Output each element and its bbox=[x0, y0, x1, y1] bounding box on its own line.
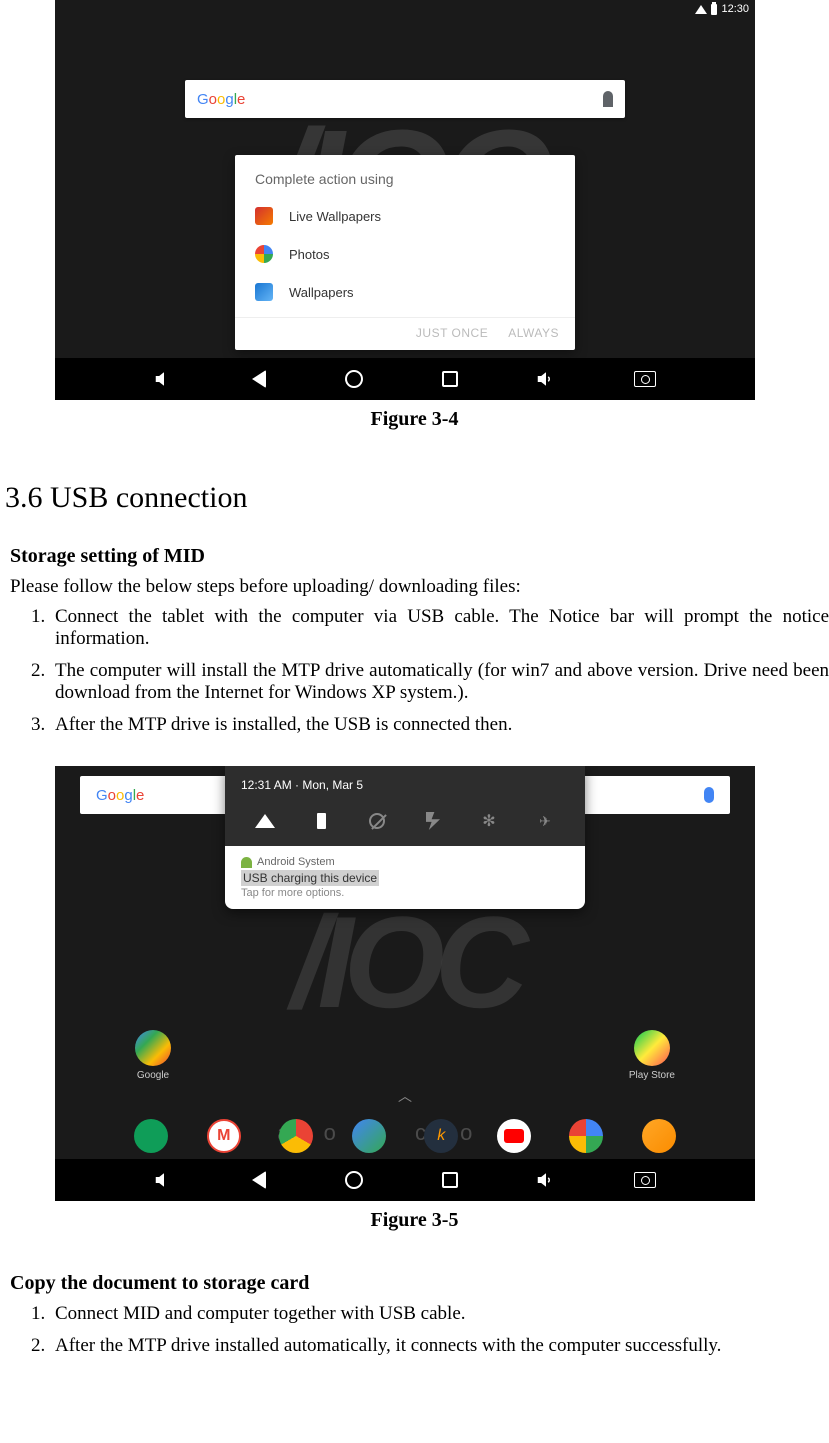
notification-app-name: Android System bbox=[241, 856, 569, 868]
mic-icon[interactable] bbox=[704, 787, 714, 803]
usb-notification[interactable]: Android System USB charging this device … bbox=[225, 846, 585, 909]
option-label: Wallpapers bbox=[289, 285, 354, 300]
dialog-title: Complete action using bbox=[235, 155, 575, 197]
google-folder[interactable]: Google bbox=[135, 1030, 171, 1081]
youtube-icon[interactable] bbox=[497, 1119, 531, 1153]
status-time: 12:30 bbox=[721, 3, 749, 15]
notification-subtitle: Tap for more options. bbox=[241, 887, 569, 899]
option-label: Live Wallpapers bbox=[289, 209, 381, 224]
google-logo: Google bbox=[197, 91, 245, 108]
dialog-button-row: JUST ONCE ALWAYS bbox=[235, 317, 575, 350]
navigation-bar bbox=[55, 1159, 755, 1201]
option-label: Photos bbox=[289, 247, 329, 262]
copy-steps-list: Connect MID and computer together with U… bbox=[10, 1303, 829, 1357]
gmail-icon[interactable] bbox=[207, 1119, 241, 1153]
notification-datetime: 12:31 AM · Mon, Mar 5 bbox=[225, 766, 585, 800]
subsection-copy-title: Copy the document to storage card bbox=[10, 1272, 829, 1295]
notification-panel: 12:31 AM · Mon, Mar 5 Android System USB… bbox=[225, 766, 585, 909]
app-drawer-handle[interactable]: ︿ bbox=[398, 1086, 412, 1106]
section-heading: 3.6 USB connection bbox=[5, 481, 829, 515]
home-button[interactable] bbox=[345, 370, 363, 388]
volume-up-icon[interactable] bbox=[537, 1171, 555, 1189]
back-button[interactable] bbox=[252, 1171, 266, 1189]
mic-icon[interactable] bbox=[603, 91, 613, 107]
dialog-option-live-wallpapers[interactable]: Live Wallpapers bbox=[235, 197, 575, 235]
google-search-bar[interactable]: Google bbox=[185, 80, 625, 118]
just-once-button[interactable]: JUST ONCE bbox=[416, 326, 488, 340]
bluetooth-toggle[interactable] bbox=[476, 808, 502, 834]
volume-down-icon[interactable] bbox=[155, 1171, 173, 1189]
home-button[interactable] bbox=[345, 1171, 363, 1189]
navigation-bar bbox=[55, 358, 755, 400]
subsection-storage-title: Storage setting of MID bbox=[10, 545, 829, 568]
hangouts-icon[interactable] bbox=[134, 1119, 168, 1153]
back-button[interactable] bbox=[252, 370, 266, 388]
storage-steps-list: Connect the tablet with the computer via… bbox=[10, 606, 829, 736]
status-bar: 12:30 bbox=[695, 0, 755, 18]
photos-icon bbox=[255, 245, 273, 263]
flashlight-toggle[interactable] bbox=[420, 808, 446, 834]
wifi-icon bbox=[695, 5, 707, 14]
figure-3-4-screenshot: 12:30 /IOC Google Complete action using … bbox=[55, 0, 755, 400]
notification-title: USB charging this device bbox=[241, 870, 379, 886]
wifi-toggle[interactable] bbox=[252, 808, 278, 834]
quick-settings-row bbox=[225, 800, 585, 846]
battery-toggle[interactable] bbox=[308, 808, 334, 834]
dnd-toggle[interactable] bbox=[364, 808, 390, 834]
dialog-option-photos[interactable]: Photos bbox=[235, 235, 575, 273]
list-item: After the MTP drive is installed, the US… bbox=[50, 714, 829, 736]
play-store-icon bbox=[634, 1030, 670, 1066]
play-store-app[interactable]: Play Store bbox=[629, 1030, 675, 1081]
android-icon bbox=[241, 857, 252, 868]
screenshot-icon[interactable] bbox=[634, 1172, 656, 1188]
battery-icon bbox=[711, 4, 717, 15]
recent-button[interactable] bbox=[442, 1172, 458, 1188]
live-wallpapers-icon bbox=[255, 207, 273, 225]
airplane-toggle[interactable] bbox=[532, 808, 558, 834]
dock-row bbox=[55, 1119, 755, 1153]
figure-3-5-screenshot: Google /IOC 12:31 AM · Mon, Mar 5 Androi… bbox=[55, 766, 755, 1201]
subsection-intro: Please follow the below steps before upl… bbox=[10, 576, 829, 598]
camera-icon[interactable] bbox=[642, 1119, 676, 1153]
volume-down-icon[interactable] bbox=[155, 370, 173, 388]
dialog-option-wallpapers[interactable]: Wallpapers bbox=[235, 273, 575, 311]
figure-3-4-caption: Figure 3-4 bbox=[0, 408, 829, 431]
google-logo: Google bbox=[96, 787, 144, 804]
maps-icon[interactable] bbox=[352, 1119, 386, 1153]
list-item: The computer will install the MTP drive … bbox=[50, 660, 829, 704]
app-label: Google bbox=[137, 1070, 169, 1081]
wallpapers-icon bbox=[255, 283, 273, 301]
list-item: Connect the tablet with the computer via… bbox=[50, 606, 829, 650]
figure-3-5-caption: Figure 3-5 bbox=[0, 1209, 829, 1232]
always-button[interactable]: ALWAYS bbox=[508, 326, 559, 340]
volume-up-icon[interactable] bbox=[537, 370, 555, 388]
aoc-wallpaper: /IOC bbox=[291, 887, 518, 1037]
kindle-icon[interactable] bbox=[424, 1119, 458, 1153]
app-label: Play Store bbox=[629, 1070, 675, 1081]
complete-action-dialog: Complete action using Live Wallpapers Ph… bbox=[235, 155, 575, 350]
photos-icon[interactable] bbox=[569, 1119, 603, 1153]
list-item: After the MTP drive installed automatica… bbox=[50, 1335, 829, 1357]
recent-button[interactable] bbox=[442, 371, 458, 387]
list-item: Connect MID and computer together with U… bbox=[50, 1303, 829, 1325]
home-app-row: Google Play Store bbox=[55, 1030, 755, 1081]
chrome-icon[interactable] bbox=[279, 1119, 313, 1153]
google-folder-icon bbox=[135, 1030, 171, 1066]
screenshot-icon[interactable] bbox=[634, 371, 656, 387]
